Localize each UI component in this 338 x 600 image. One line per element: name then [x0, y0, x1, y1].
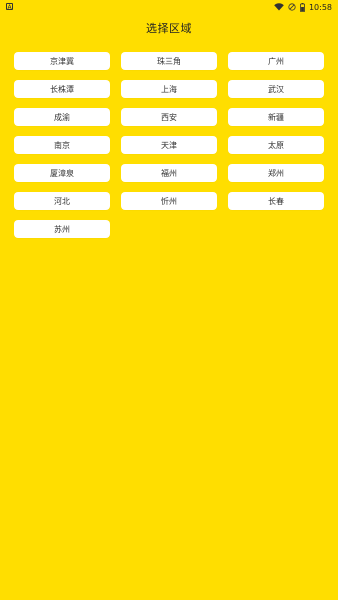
region-button[interactable]: 厦漳泉 [14, 164, 110, 182]
region-button[interactable]: 南京 [14, 136, 110, 154]
region-button[interactable]: 京津冀 [14, 52, 110, 70]
page-title: 选择区域 [146, 22, 192, 35]
region-button[interactable]: 新疆 [228, 108, 324, 126]
region-button[interactable]: 福州 [121, 164, 217, 182]
notification-a-icon: A [6, 3, 13, 11]
region-button[interactable]: 武汉 [228, 80, 324, 98]
region-button[interactable]: 珠三角 [121, 52, 217, 70]
region-button[interactable]: 长春 [228, 192, 324, 210]
region-button[interactable]: 上海 [121, 80, 217, 98]
region-button[interactable]: 成渝 [14, 108, 110, 126]
region-button[interactable]: 西安 [121, 108, 217, 126]
region-button[interactable]: 天津 [121, 136, 217, 154]
status-bar: A 10:58 [0, 0, 338, 14]
region-button[interactable]: 广州 [228, 52, 324, 70]
status-icons: 10:58 [274, 1, 332, 13]
region-button[interactable]: 苏州 [14, 220, 110, 238]
status-time: 10:58 [308, 2, 332, 12]
region-button[interactable]: 河北 [14, 192, 110, 210]
region-button[interactable]: 长株潭 [14, 80, 110, 98]
dnd-icon [288, 3, 296, 11]
region-button[interactable]: 忻州 [121, 192, 217, 210]
region-grid: 京津冀 珠三角 广州 长株潭 上海 武汉 成渝 西安 新疆 南京 天津 太原 厦… [14, 52, 324, 238]
battery-icon [299, 2, 305, 12]
wifi-icon [274, 3, 284, 11]
region-button[interactable]: 太原 [228, 136, 324, 154]
region-button[interactable]: 郑州 [228, 164, 324, 182]
